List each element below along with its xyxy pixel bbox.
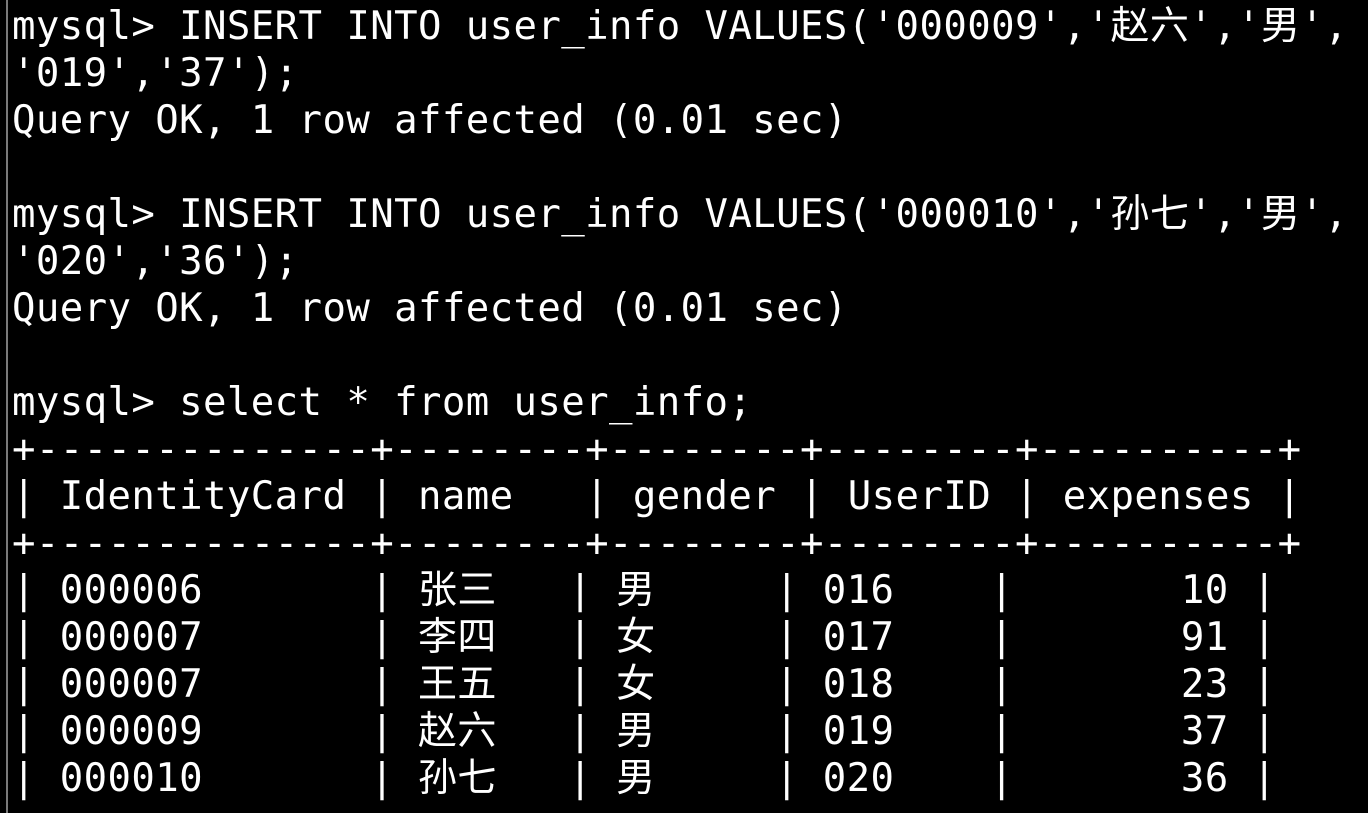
table-header-row: | IdentityCard | name | gender | UserID … xyxy=(12,474,1302,519)
insert-command-line-2: mysql> INSERT INTO user_info VALUES('000… xyxy=(12,192,1349,237)
table-border-top: +--------------+--------+--------+------… xyxy=(12,427,1302,472)
terminal-window[interactable]: mysql> INSERT INTO user_info VALUES('000… xyxy=(6,0,1368,813)
query-result-line: Query OK, 1 row affected (0.01 sec) xyxy=(12,286,848,331)
table-row: | 000007 | 李四 | 女 | 017 | 91 | xyxy=(12,615,1277,660)
query-result-line: Query OK, 1 row affected (0.01 sec) xyxy=(12,98,848,143)
table-row: | 000007 | 王五 | 女 | 018 | 23 | xyxy=(12,662,1277,707)
insert-command-line-1: mysql> INSERT INTO user_info VALUES('000… xyxy=(12,4,1349,49)
table-row: | 000009 | 赵六 | 男 | 019 | 37 | xyxy=(12,709,1277,754)
table-row: | 000010 | 孙七 | 男 | 020 | 36 | xyxy=(12,756,1277,801)
select-command-line: mysql> select * from user_info; xyxy=(12,380,753,425)
insert-command-line-2b: '020','36'); xyxy=(12,239,299,284)
insert-command-line-1b: '019','37'); xyxy=(12,51,299,96)
table-row: | 000006 | 张三 | 男 | 016 | 10 | xyxy=(12,568,1277,613)
table-border-mid: +--------------+--------+--------+------… xyxy=(12,521,1302,566)
